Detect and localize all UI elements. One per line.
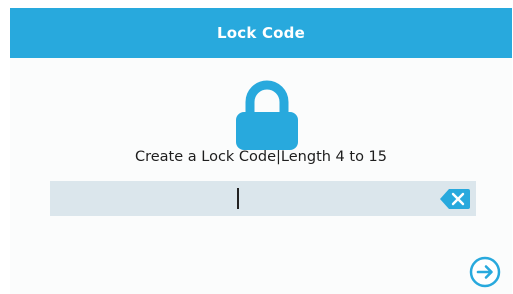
lock-code-prompt: Create a Lock Code|Length 4 to 15 [134, 149, 388, 165]
lock-icon [236, 78, 298, 150]
lock-code-field[interactable] [50, 181, 476, 216]
text-cursor [237, 188, 239, 209]
title-bar: Lock Code [10, 8, 512, 58]
lock-code-screen: Lock Code Create a Lock Code|Length 4 to… [10, 8, 512, 294]
page-title: Lock Code [217, 24, 305, 42]
next-button[interactable] [469, 256, 501, 288]
backspace-button[interactable] [440, 189, 470, 209]
backspace-icon [440, 189, 470, 209]
lock-code-input[interactable] [50, 181, 430, 216]
arrow-right-circle-icon [469, 256, 501, 288]
